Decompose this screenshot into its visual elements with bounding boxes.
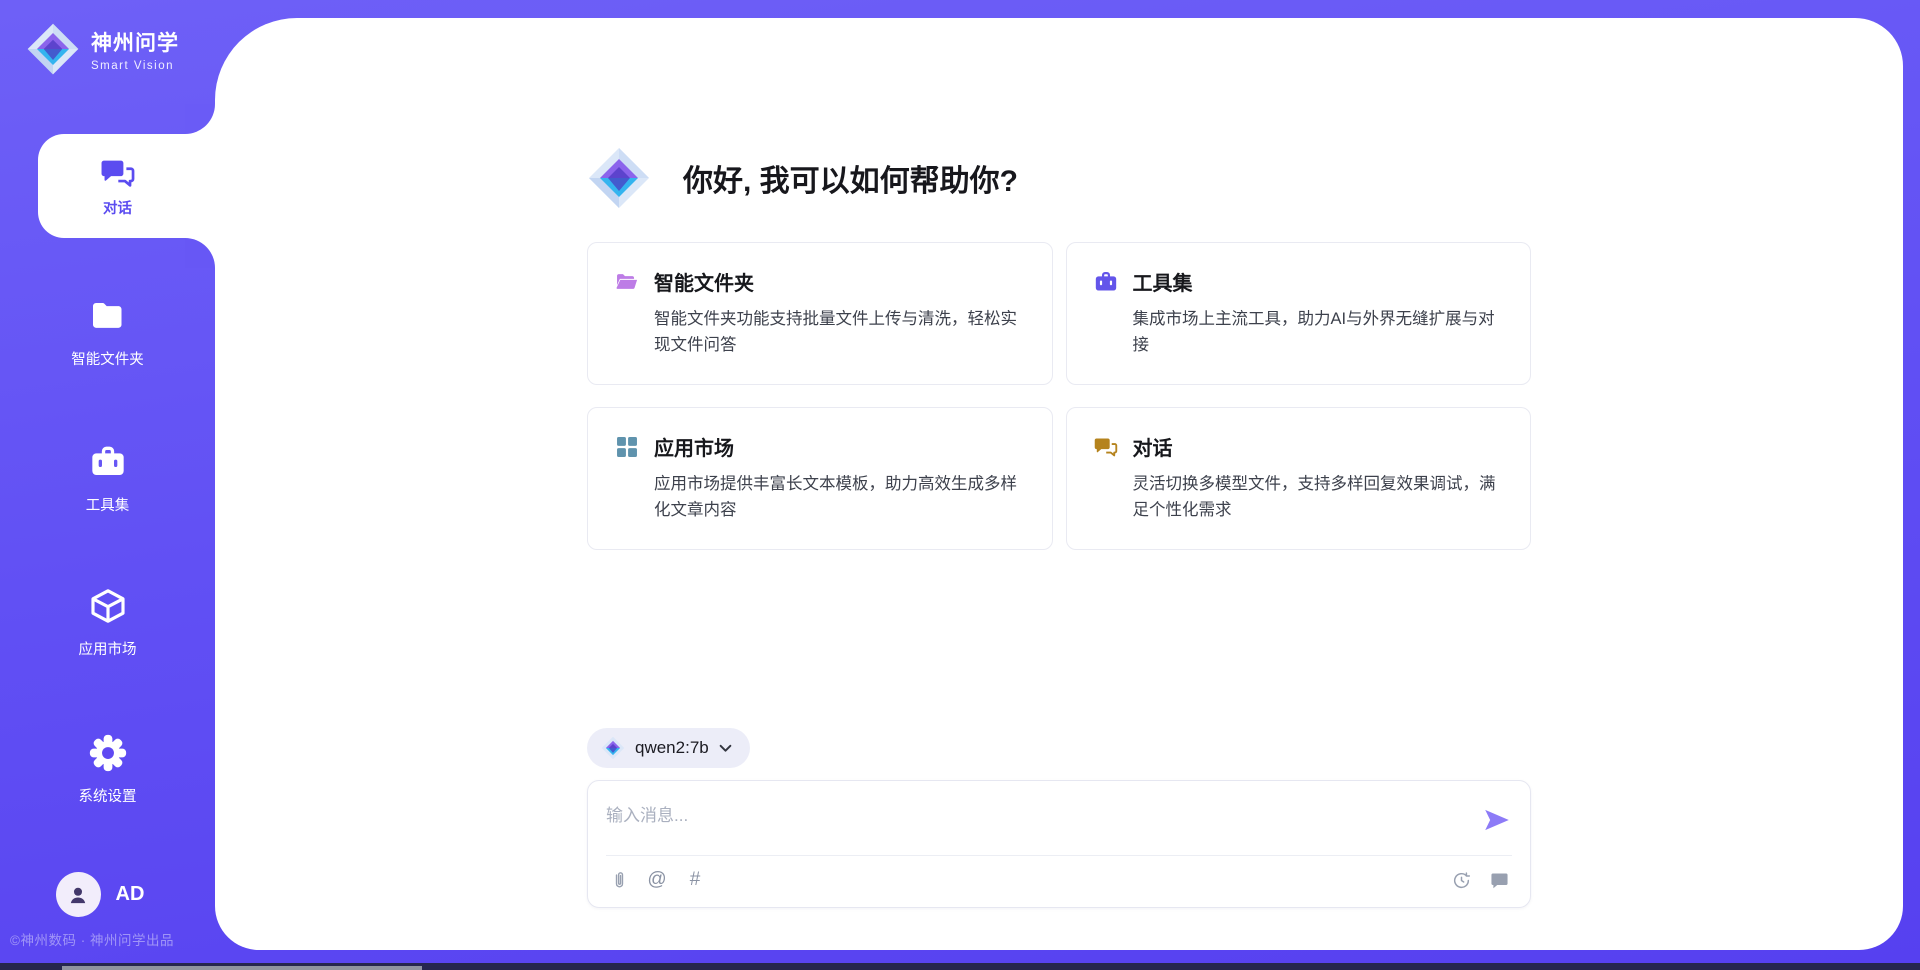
brand-name: 神州问学 (91, 27, 179, 57)
sidebar-item-label: 系统设置 (0, 785, 215, 806)
sidebar-item-label: 对话 (103, 197, 132, 218)
sidebar-item-tools[interactable]: 工具集 (0, 442, 215, 515)
briefcase-icon (1093, 269, 1119, 295)
card-title: 智能文件夹 (654, 267, 754, 296)
copyright-text: ©神州数码 · 神州问学出品 (10, 929, 174, 949)
model-selector[interactable]: qwen2:7b (587, 728, 750, 768)
card-description: 灵活切换多模型文件，支持多样回复效果调试，满足个性化需求 (1133, 471, 1505, 523)
card-title: 对话 (1133, 432, 1173, 461)
sidebar-item-label: 工具集 (0, 494, 215, 515)
card-chat[interactable]: 对话 灵活切换多模型文件，支持多样回复效果调试，满足个性化需求 (1066, 407, 1532, 550)
card-description: 集成市场上主流工具，助力AI与外界无缝扩展与对接 (1133, 306, 1505, 358)
sidebar-item-market[interactable]: 应用市场 (0, 586, 215, 659)
chevron-down-icon (719, 744, 732, 753)
message-input[interactable] (606, 793, 1482, 851)
user-initials: AD (116, 883, 145, 906)
grid-icon (614, 434, 640, 460)
card-app-market[interactable]: 应用市场 应用市场提供丰富长文本模板，助力高效生成多样化文章内容 (587, 407, 1053, 550)
message-composer: @ # (587, 780, 1531, 908)
attach-file-icon[interactable] (608, 869, 630, 891)
bottom-edge-segment (62, 966, 422, 970)
greeting-title: 你好, 我可以如何帮助你? (683, 156, 1018, 200)
chat-icon (99, 154, 137, 192)
diamond-logo-icon (601, 736, 625, 760)
card-description: 智能文件夹功能支持批量文件上传与清洗，轻松实现文件问答 (654, 306, 1026, 358)
card-title: 应用市场 (654, 432, 734, 461)
history-icon[interactable] (1450, 869, 1472, 891)
card-smart-folder[interactable]: 智能文件夹 智能文件夹功能支持批量文件上传与清洗，轻松实现文件问答 (587, 242, 1053, 385)
model-name: qwen2:7b (635, 738, 709, 758)
user-profile[interactable]: AD (0, 872, 200, 917)
tab-fillet-top (185, 104, 215, 134)
gear-icon (88, 733, 128, 773)
send-button[interactable] (1482, 805, 1512, 835)
brand-logo: 神州问学 Smart Vision (26, 22, 179, 76)
window-bottom-edge (0, 963, 1920, 970)
chat-bubble-icon[interactable] (1488, 869, 1510, 891)
diamond-logo-icon (26, 22, 80, 76)
mention-icon[interactable]: @ (646, 869, 668, 891)
folder-open-icon (614, 269, 640, 295)
person-icon (65, 882, 91, 908)
folder-icon (88, 296, 128, 336)
avatar (56, 872, 101, 917)
chat-icon (1093, 434, 1119, 460)
card-description: 应用市场提供丰富长文本模板，助力高效生成多样化文章内容 (654, 471, 1026, 523)
sidebar-item-settings[interactable]: 系统设置 (0, 733, 215, 806)
card-toolset[interactable]: 工具集 集成市场上主流工具，助力AI与外界无缝扩展与对接 (1066, 242, 1532, 385)
sidebar-item-folders[interactable]: 智能文件夹 (0, 296, 215, 369)
send-icon (1482, 805, 1512, 835)
card-title: 工具集 (1133, 267, 1193, 296)
briefcase-icon (88, 442, 128, 482)
brand-subtitle: Smart Vision (91, 60, 179, 72)
hashtag-icon[interactable]: # (684, 869, 706, 891)
sidebar-item-label: 应用市场 (0, 638, 215, 659)
sidebar: 神州问学 Smart Vision 对话 智能文件夹 (0, 0, 215, 970)
welcome-hero: 你好, 我可以如何帮助你? (587, 146, 1531, 210)
sidebar-item-chat[interactable]: 对话 (38, 134, 215, 238)
main-panel: 你好, 我可以如何帮助你? 智能文件夹 智能文件夹功能支持批量文件上传与清洗，轻… (215, 18, 1903, 950)
feature-cards: 智能文件夹 智能文件夹功能支持批量文件上传与清洗，轻松实现文件问答 工具集 (587, 242, 1531, 550)
tab-fillet-bottom (185, 238, 215, 268)
sidebar-item-label: 智能文件夹 (0, 348, 215, 369)
diamond-logo-icon (587, 146, 651, 210)
cube-icon (88, 586, 128, 626)
